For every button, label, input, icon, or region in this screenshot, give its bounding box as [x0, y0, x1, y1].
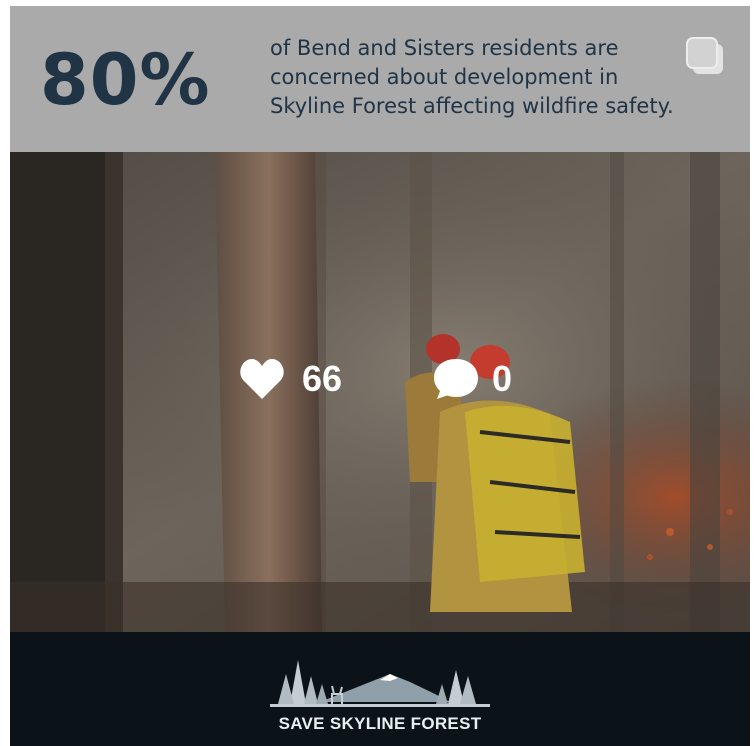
stat-description-line: of Bend and Sisters residents are	[270, 36, 619, 60]
comments-count: 0	[492, 358, 513, 399]
likes-count: 66	[302, 358, 343, 399]
comments-count-overlay[interactable]: 0	[432, 357, 512, 401]
post-header-banner: 80% of Bend and Sisters residents are co…	[10, 6, 750, 152]
comment-bubble-icon	[434, 359, 478, 399]
brand-footer: SAVE SKYLINE FOREST	[10, 632, 750, 746]
forest-mountains-icon	[270, 660, 490, 707]
stat-description-line: Skyline Forest affecting wildfire safety…	[270, 94, 674, 118]
instagram-post-tile[interactable]: 80% of Bend and Sisters residents are co…	[10, 6, 750, 746]
stat-percentage: 80%	[40, 39, 211, 121]
likes-count-overlay[interactable]: 66	[238, 357, 342, 401]
save-skyline-forest-logo: SAVE SKYLINE FOREST	[270, 654, 490, 738]
firefighters-forest-photo	[10, 152, 750, 632]
stat-description: of Bend and Sisters residents are concer…	[270, 34, 740, 121]
logo-text: SAVE SKYLINE FOREST	[278, 714, 482, 733]
stat-description-line: concerned about development in	[270, 65, 619, 89]
multiple-images-icon	[686, 37, 723, 74]
heart-icon	[240, 359, 284, 399]
